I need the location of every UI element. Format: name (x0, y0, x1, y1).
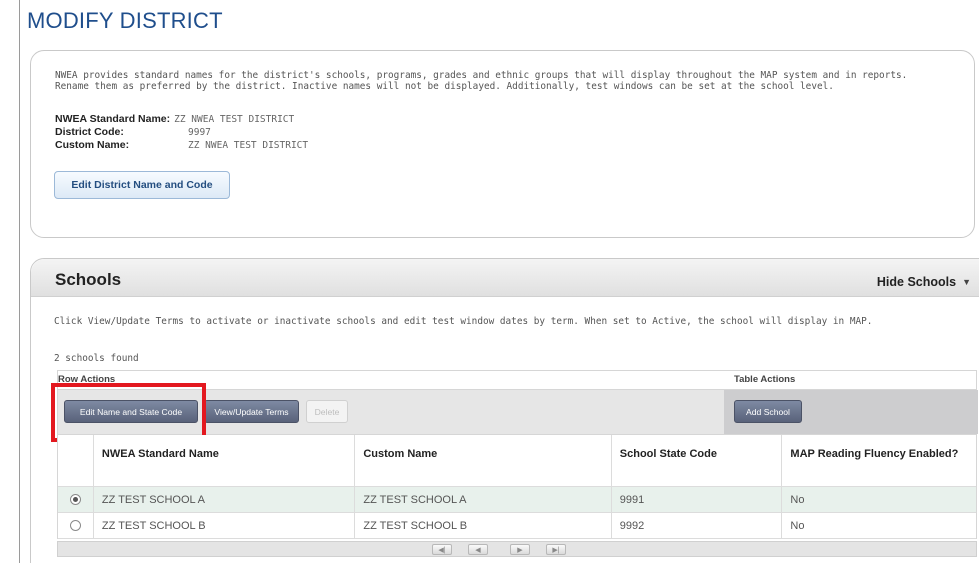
cell-fluency: No (790, 493, 805, 506)
prev-page-icon[interactable]: ◀ (468, 544, 488, 555)
radio-unselected-icon[interactable] (69, 520, 81, 531)
row-select-cell[interactable] (58, 487, 94, 512)
custom-name-value: ZZ NWEA TEST DISTRICT (188, 140, 309, 151)
cell-state-code: 9992 (612, 513, 783, 538)
caret-down-icon: ▼ (962, 277, 971, 287)
left-border (19, 0, 20, 563)
column-header-custom-name[interactable]: Custom Name (355, 435, 612, 486)
schools-header: Schools Hide Schools ▼ (31, 259, 979, 297)
standard-name-row: NWEA Standard Name: ZZ NWEA TEST DISTRIC… (55, 113, 308, 126)
standard-name-value: ZZ NWEA TEST DISTRICT (174, 114, 295, 125)
district-code-value: 9997 (188, 127, 211, 138)
table-pager: ◀| ◀ ▶ ▶| (57, 541, 977, 557)
radio-selected-icon[interactable] (69, 494, 81, 505)
district-panel: NWEA provides standard names for the dis… (30, 50, 975, 238)
cell-standard-name: ZZ TEST SCHOOL A (94, 487, 356, 512)
cell-standard-name: ZZ TEST SCHOOL B (94, 513, 356, 538)
standard-name-label: NWEA Standard Name: (55, 113, 171, 125)
page-title: MODIFY DISTRICT (27, 8, 223, 33)
schools-panel: Schools Hide Schools ▼ Click View/Update… (30, 258, 979, 563)
cell-fluency: No (790, 519, 805, 532)
schools-description: Click View/Update Terms to activate or i… (54, 316, 873, 327)
cell-custom-name: ZZ TEST SCHOOL A (355, 487, 612, 512)
schools-title: Schools (55, 270, 122, 289)
delete-button: Delete (306, 400, 348, 423)
district-code-row: District Code: 9997 (55, 126, 308, 139)
table-row[interactable]: ZZ TEST SCHOOL B ZZ TEST SCHOOL B 9992 N… (58, 513, 976, 539)
district-code-label: District Code: (55, 126, 124, 138)
schools-count: 2 schools found (54, 353, 139, 364)
cell-state-code: 9991 (612, 487, 783, 512)
schools-table: NWEA Standard Name Custom Name School St… (57, 435, 977, 539)
header-select-cell (58, 435, 94, 486)
add-school-button[interactable]: Add School (734, 400, 802, 423)
hide-schools-toggle[interactable]: Hide Schools ▼ (877, 275, 971, 289)
column-header-fluency[interactable]: MAP Reading Fluency Enabled? (782, 435, 976, 486)
highlight-annotation (51, 383, 206, 442)
table-row[interactable]: ZZ TEST SCHOOL A ZZ TEST SCHOOL A 9991 N… (58, 487, 976, 513)
view-update-terms-button[interactable]: View/Update Terms (204, 400, 299, 423)
row-select-cell[interactable] (58, 513, 94, 538)
custom-name-label: Custom Name: (55, 139, 130, 151)
table-header-row: NWEA Standard Name Custom Name School St… (58, 435, 976, 487)
hide-schools-label: Hide Schools (876, 275, 957, 289)
district-info: NWEA Standard Name: ZZ NWEA TEST DISTRIC… (55, 113, 308, 152)
custom-name-row: Custom Name: ZZ NWEA TEST DISTRICT (55, 139, 308, 152)
first-page-icon[interactable]: ◀| (432, 544, 452, 555)
cell-custom-name: ZZ TEST SCHOOL B (355, 513, 612, 538)
column-header-state-code[interactable]: School State Code (612, 435, 783, 486)
district-description: NWEA provides standard names for the dis… (55, 70, 908, 92)
table-actions-label: Table Actions (734, 374, 796, 385)
next-page-icon[interactable]: ▶ (510, 544, 530, 555)
column-header-standard-name[interactable]: NWEA Standard Name (94, 435, 356, 486)
edit-district-button[interactable]: Edit District Name and Code (54, 171, 230, 199)
last-page-icon[interactable]: ▶| (546, 544, 566, 555)
